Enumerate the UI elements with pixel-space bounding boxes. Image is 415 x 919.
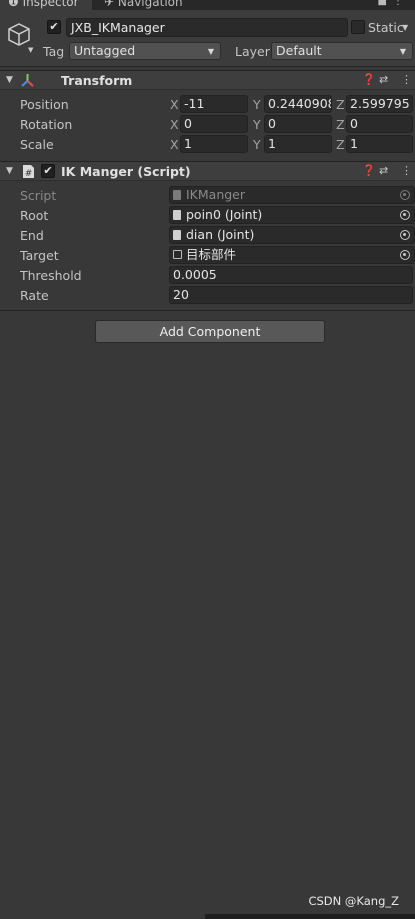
scale-x-field[interactable]: 1: [180, 135, 248, 153]
gameobject-cube-icon[interactable]: [6, 21, 32, 47]
bottom-bar: [205, 914, 415, 919]
layer-dropdown[interactable]: Default ▼: [271, 42, 413, 60]
root-field[interactable]: poin0 (Joint): [169, 206, 415, 224]
chevron-down-icon: ▼: [207, 47, 214, 56]
script-label: Script: [20, 188, 57, 203]
position-label: Position: [20, 97, 69, 112]
scale-z-axis[interactable]: Z: [336, 137, 345, 152]
position-x-field[interactable]: -11: [180, 95, 248, 113]
rotation-x-field[interactable]: 0: [180, 115, 248, 133]
object-picker-icon[interactable]: [400, 250, 410, 260]
transform-header[interactable]: ▼ Transform ❓ ⇄ ⋮: [0, 70, 415, 90]
rotation-z-axis[interactable]: Z: [336, 117, 345, 132]
active-checkbox[interactable]: ✔: [47, 20, 61, 34]
script-value: IKManger: [186, 187, 246, 202]
gameobject-header: ▼ ✔ JXB_IKManager Static ▼ Tag Untagged …: [0, 10, 415, 67]
script-file-icon: [173, 210, 181, 220]
foldout-arrow-icon[interactable]: ▼: [6, 166, 13, 176]
tag-value: Untagged: [74, 43, 136, 58]
icon-dropdown-arrow-icon[interactable]: ▼: [28, 46, 33, 54]
tab-inspector-label: Inspector: [22, 0, 79, 9]
object-picker-icon[interactable]: [400, 230, 410, 240]
tab-navigation-label: Navigation: [117, 0, 183, 9]
tag-dropdown[interactable]: Untagged ▼: [69, 42, 221, 60]
rate-label: Rate: [20, 288, 49, 303]
foldout-arrow-icon[interactable]: ▼: [6, 75, 13, 85]
layer-label: Layer: [235, 44, 270, 59]
scale-label: Scale: [20, 137, 54, 152]
svg-text:#: #: [25, 169, 33, 179]
layer-value: Default: [276, 43, 322, 58]
transform-axes-icon: [21, 74, 34, 87]
scale-z-field[interactable]: 1: [346, 135, 413, 153]
tab-bar: ❶ Inspector ✈ Navigation ■⋮: [0, 0, 415, 10]
tab-menu-icons[interactable]: ■⋮: [378, 0, 409, 7]
position-z-axis[interactable]: Z: [336, 97, 345, 112]
rotation-y-field[interactable]: 0: [264, 115, 332, 133]
static-label: Static: [368, 20, 404, 35]
static-dropdown-arrow-icon[interactable]: ▼: [402, 23, 408, 32]
context-menu-icon[interactable]: ⋮: [401, 164, 412, 177]
object-picker-icon: [400, 190, 410, 200]
scale-x-axis[interactable]: X: [170, 137, 179, 152]
threshold-field[interactable]: 0.0005: [169, 266, 413, 284]
preset-icon[interactable]: ⇄: [379, 73, 388, 86]
chevron-down-icon: ▼: [399, 47, 406, 56]
static-checkbox[interactable]: [351, 20, 365, 34]
target-value: 目标部件: [186, 247, 237, 262]
ik-manager-header[interactable]: ▼ # ✔ IK Manger (Script) ❓ ⇄ ⋮: [0, 161, 415, 181]
rate-field[interactable]: 20: [169, 286, 413, 304]
rotation-x-axis[interactable]: X: [170, 117, 179, 132]
position-y-field[interactable]: 0.2440908: [264, 95, 332, 113]
divider: [0, 310, 415, 311]
ik-manager-title: IK Manger (Script): [61, 164, 191, 179]
scale-y-field[interactable]: 1: [264, 135, 332, 153]
script-field: IKManger: [169, 186, 415, 204]
root-value: poin0 (Joint): [186, 207, 263, 222]
info-icon: ❶: [8, 0, 23, 9]
gameobject-cube-icon: [173, 250, 182, 259]
context-menu-icon[interactable]: ⋮: [401, 73, 412, 86]
rotation-z-field[interactable]: 0: [346, 115, 413, 133]
rotation-label: Rotation: [20, 117, 73, 132]
scale-y-axis[interactable]: Y: [253, 137, 261, 152]
target-label: Target: [20, 248, 59, 263]
add-component-button[interactable]: Add Component: [95, 320, 325, 343]
script-file-icon: [173, 230, 181, 240]
transform-title: Transform: [61, 73, 133, 88]
gameobject-name-field[interactable]: JXB_IKManager: [66, 18, 348, 37]
preset-icon[interactable]: ⇄: [379, 164, 388, 177]
threshold-label: Threshold: [20, 268, 82, 283]
help-icon[interactable]: ❓: [362, 73, 376, 86]
rotation-y-axis[interactable]: Y: [253, 117, 261, 132]
position-z-field[interactable]: 2.599795: [346, 95, 413, 113]
tag-label: Tag: [43, 44, 65, 59]
root-label: Root: [20, 208, 49, 223]
end-field[interactable]: dian (Joint): [169, 226, 415, 244]
position-y-axis[interactable]: Y: [253, 97, 261, 112]
object-picker-icon[interactable]: [400, 210, 410, 220]
script-file-icon: #: [23, 165, 34, 179]
end-value: dian (Joint): [186, 227, 255, 242]
component-enabled-checkbox[interactable]: ✔: [41, 164, 55, 178]
end-label: End: [20, 228, 44, 243]
help-icon[interactable]: ❓: [362, 164, 376, 177]
position-x-axis[interactable]: X: [170, 97, 179, 112]
target-field[interactable]: 目标部件: [169, 246, 415, 264]
tab-navigation[interactable]: ✈ Navigation: [100, 0, 183, 10]
navigation-icon: ✈: [104, 0, 118, 9]
script-file-icon: [173, 190, 181, 200]
tab-inspector[interactable]: ❶ Inspector: [0, 0, 92, 10]
watermark: CSDN @Kang_Z: [308, 894, 399, 908]
